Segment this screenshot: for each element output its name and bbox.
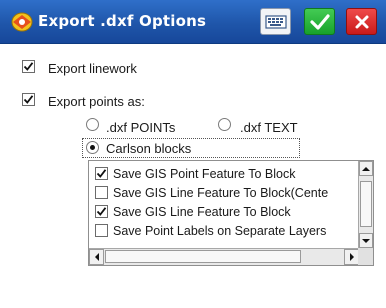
list-item[interactable]: Save GIS Line Feature To Block	[89, 202, 359, 221]
title-bar: Export .dxf Options	[0, 0, 386, 44]
dxf-points-radio[interactable]	[86, 118, 99, 131]
arrow-left-icon	[94, 253, 99, 261]
export-dxf-options-window: Export .dxf Options Export linework Expo…	[0, 0, 386, 308]
keyboard-button[interactable]	[260, 8, 291, 35]
scroll-down-button[interactable]	[359, 233, 373, 248]
checkmark-icon	[309, 13, 330, 30]
scroll-right-button[interactable]	[344, 249, 359, 265]
vertical-scrollbar[interactable]	[358, 161, 373, 249]
dxf-text-radio[interactable]	[218, 118, 231, 131]
dxf-text-label: .dxf TEXT	[240, 120, 298, 135]
arrow-down-icon	[362, 238, 370, 243]
carlson-blocks-label: Carlson blocks	[106, 141, 192, 156]
list-item[interactable]: Save GIS Point Feature To Block	[89, 164, 359, 183]
scroll-up-button[interactable]	[359, 161, 373, 176]
radio-selected-dot	[90, 145, 95, 150]
dxf-points-label: .dxf POINTs	[106, 120, 176, 135]
export-points-checkbox[interactable]	[22, 93, 35, 106]
checkmark-icon	[96, 169, 107, 178]
list-item-label: Save GIS Line Feature To Block	[113, 204, 291, 219]
close-icon	[355, 15, 368, 28]
list-item-checkbox[interactable]	[95, 167, 108, 180]
ok-button[interactable]	[304, 8, 335, 35]
horizontal-scrollbar[interactable]	[89, 248, 360, 265]
export-points-label: Export points as:	[48, 94, 145, 109]
checkmark-icon	[96, 207, 107, 216]
checkmark-icon	[23, 95, 34, 104]
list-item-label: Save GIS Line Feature To Block(Cente	[113, 185, 329, 200]
scroll-left-button[interactable]	[89, 249, 104, 265]
export-linework-checkbox[interactable]	[22, 60, 35, 73]
list-item[interactable]: Save Point Labels on Separate Layers	[89, 221, 359, 240]
arrow-up-icon	[362, 166, 370, 171]
list-item-checkbox[interactable]	[95, 186, 108, 199]
scrollbar-corner	[358, 248, 373, 265]
export-linework-label: Export linework	[48, 61, 137, 76]
list-item-label: Save Point Labels on Separate Layers	[113, 223, 327, 238]
checkmark-icon	[23, 62, 34, 71]
carlson-blocks-radio[interactable]	[86, 141, 99, 154]
vertical-scroll-thumb[interactable]	[360, 181, 372, 227]
keyboard-icon	[264, 14, 287, 29]
app-logo-icon	[11, 12, 33, 32]
window-title: Export .dxf Options	[38, 12, 207, 30]
horizontal-scroll-thumb[interactable]	[105, 250, 301, 263]
arrow-right-icon	[349, 253, 354, 261]
gis-options-list[interactable]: Save GIS Point Feature To Block Save GIS…	[88, 160, 374, 266]
list-item[interactable]: Save GIS Line Feature To Block(Cente	[89, 183, 359, 202]
list-item-checkbox[interactable]	[95, 224, 108, 237]
close-button[interactable]	[346, 8, 377, 35]
list-item-checkbox[interactable]	[95, 205, 108, 218]
list-item-label: Save GIS Point Feature To Block	[113, 166, 296, 181]
